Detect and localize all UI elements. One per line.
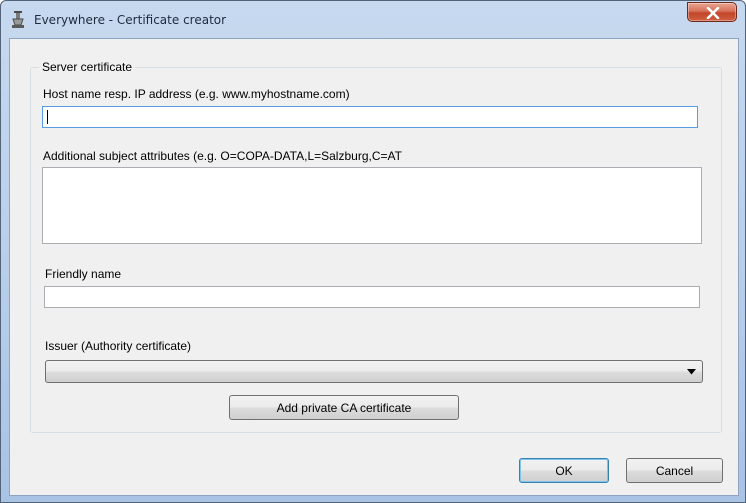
friendly-name-input[interactable] [44,286,700,308]
dialog-client-area: Server certificate Host name resp. IP ad… [9,38,739,496]
add-private-ca-button[interactable]: Add private CA certificate [229,395,459,420]
ok-button[interactable]: OK [519,458,609,483]
cancel-button[interactable]: Cancel [626,458,723,483]
friendly-name-label: Friendly name [45,267,122,281]
additional-attributes-label: Additional subject attributes (e.g. O=CO… [43,149,402,163]
additional-attributes-input[interactable] [42,167,702,244]
close-button[interactable] [687,2,737,22]
host-name-input[interactable] [42,106,698,128]
issuer-select[interactable] [45,360,703,383]
chevron-down-icon [687,369,696,375]
issuer-label: Issuer (Authority certificate) [45,339,192,353]
dialog-window: Everywhere - Certificate creator Server … [0,0,746,503]
certificate-app-icon [12,11,24,28]
server-certificate-group-title: Server certificate [39,60,136,74]
text-caret [47,110,48,124]
host-name-label: Host name resp. IP address (e.g. www.myh… [43,87,350,101]
title-bar[interactable]: Everywhere - Certificate creator [1,1,745,37]
window-title: Everywhere - Certificate creator [34,13,227,27]
close-icon [706,7,720,19]
